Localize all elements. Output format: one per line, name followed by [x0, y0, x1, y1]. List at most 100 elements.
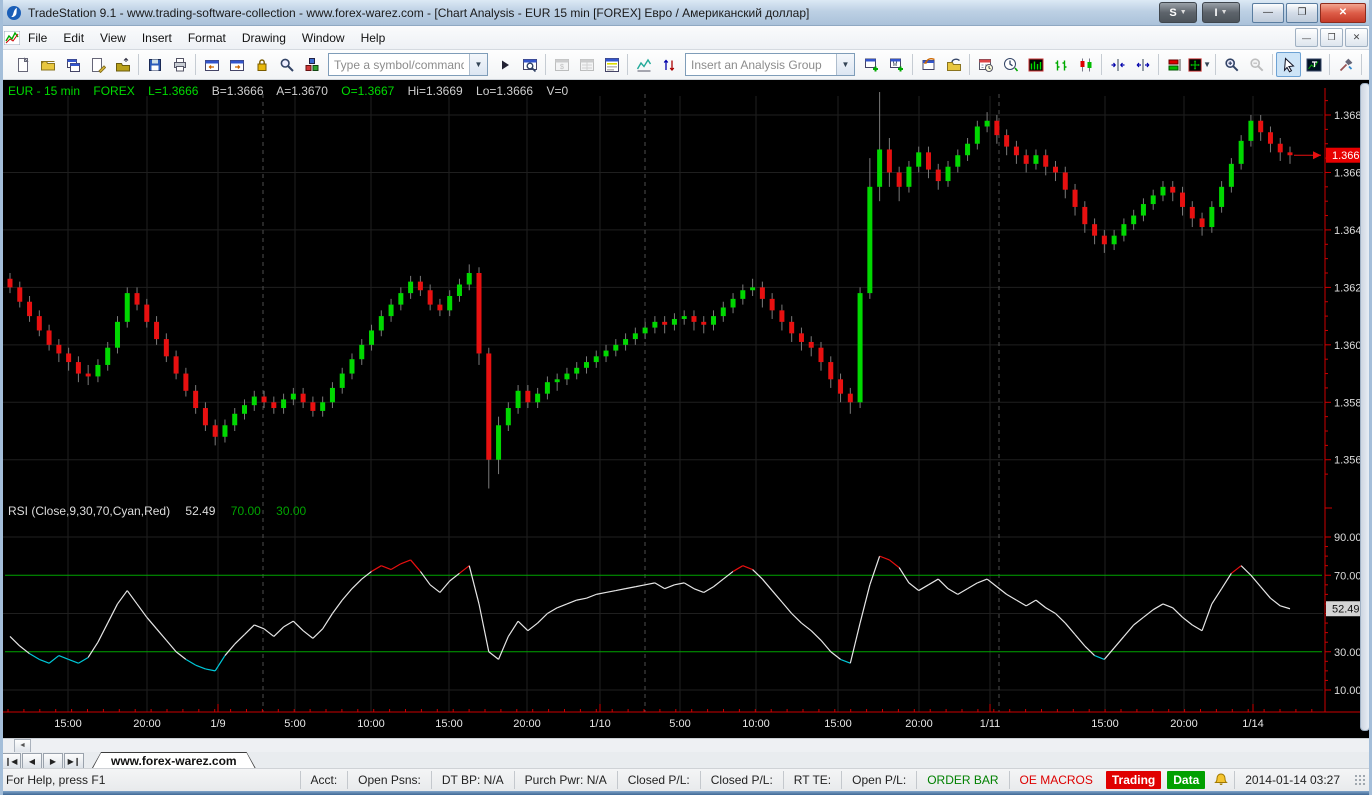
analysis-group-combobox[interactable]: ▼ — [685, 53, 855, 76]
symbol-input[interactable] — [329, 54, 469, 75]
candle-body — [262, 397, 267, 403]
format2-icon — [946, 57, 962, 73]
menu-item-window[interactable]: Window — [294, 28, 353, 48]
horizontal-scrollbar[interactable]: ◄ — [0, 738, 1372, 752]
increase-spacing-button[interactable] — [1130, 52, 1155, 77]
pointer-button[interactable] — [1276, 52, 1301, 77]
save-button[interactable] — [142, 52, 167, 77]
close-workspace-button[interactable] — [110, 52, 135, 77]
zoom-in-button[interactable] — [1219, 52, 1244, 77]
rsi-line-segment — [792, 614, 802, 624]
new-workspace-button[interactable] — [10, 52, 35, 77]
open-workspace-button[interactable] — [35, 52, 60, 77]
menu-item-file[interactable]: File — [20, 28, 55, 48]
workspaces-button[interactable] — [60, 52, 85, 77]
mdi-close-button[interactable]: ✕ — [1345, 28, 1368, 47]
mdi-minimize-button[interactable]: — — [1295, 28, 1318, 47]
analysis-group-input[interactable] — [686, 54, 836, 75]
candle-body — [789, 322, 794, 333]
zoom-out-button[interactable] — [1244, 52, 1269, 77]
decrease-spacing-button[interactable] — [1105, 52, 1130, 77]
indicator-menu-button[interactable]: I▼ — [1202, 2, 1240, 23]
chevron-down-icon[interactable]: ▼ — [836, 54, 854, 75]
next-workspace-button[interactable]: ▶ — [43, 753, 63, 769]
ohlc-bars-button[interactable] — [1048, 52, 1073, 77]
play-icon — [497, 57, 513, 73]
chevron-down-icon[interactable]: ▼ — [469, 54, 487, 75]
restore-button[interactable]: ❐ — [1286, 3, 1318, 23]
quotes-window-button[interactable]: $ — [549, 52, 574, 77]
spacing2-icon — [1135, 57, 1151, 73]
format-window-button[interactable] — [941, 52, 966, 77]
candle-body — [330, 388, 335, 402]
list-window-button[interactable] — [599, 52, 624, 77]
previous-workspace-button[interactable]: ◀ — [22, 753, 42, 769]
symbol-lookup-button[interactable] — [517, 52, 542, 77]
text-label-button[interactable] — [1301, 52, 1326, 77]
forward-window-button[interactable] — [224, 52, 249, 77]
candlestick-button[interactable] — [1073, 52, 1098, 77]
strategy-menu-button[interactable]: S▼ — [1159, 2, 1197, 23]
scale-range-button[interactable] — [1162, 52, 1187, 77]
auto-center-button[interactable]: ▼ — [1187, 52, 1212, 77]
pagepen-icon — [90, 57, 106, 73]
rsi-line-segment — [1202, 604, 1212, 631]
menu-item-insert[interactable]: Insert — [134, 28, 180, 48]
time-axis-label: 20:00 — [1170, 718, 1198, 730]
insert-macro-button[interactable]: M — [884, 52, 909, 77]
order-bar-indicator[interactable]: ORDER BAR — [916, 771, 1008, 789]
chart-canvas[interactable]: 1.36801.36601.36401.36201.36001.35801.35… — [0, 80, 1372, 738]
menu-item-drawing[interactable]: Drawing — [234, 28, 294, 48]
time-axis-label: 15:00 — [824, 718, 852, 730]
symbol-combobox[interactable]: ▼ — [328, 53, 488, 76]
scroll-left-button[interactable]: ◄ — [14, 739, 31, 753]
resize-grip[interactable] — [1354, 774, 1366, 786]
add-note-button[interactable] — [1365, 52, 1372, 77]
first-workspace-button[interactable]: ❙◀ — [1, 753, 21, 769]
vertical-scrollbar[interactable] — [1360, 83, 1370, 731]
data-status-badge[interactable]: Data — [1167, 771, 1205, 789]
session-calendar-button[interactable] — [973, 52, 998, 77]
chart-analysis-button[interactable] — [631, 52, 656, 77]
candle-body — [701, 322, 706, 325]
minimize-button[interactable]: — — [1252, 3, 1284, 23]
rsi-line-segment — [30, 654, 40, 660]
alert-bell-icon[interactable] — [1214, 773, 1228, 787]
format-symbol-button[interactable] — [916, 52, 941, 77]
lock-button[interactable] — [249, 52, 274, 77]
time-axis-label: 20:00 — [513, 718, 541, 730]
mdi-restore-button[interactable]: ❐ — [1320, 28, 1343, 47]
close-button[interactable]: ✕ — [1320, 3, 1366, 23]
rsi-line-segment — [274, 627, 284, 637]
sort-updown-button[interactable] — [656, 52, 681, 77]
menu-item-edit[interactable]: Edit — [55, 28, 92, 48]
workspace-tab[interactable]: www.forex-warez.com — [92, 752, 256, 768]
print-button[interactable] — [167, 52, 192, 77]
back-window-button[interactable] — [199, 52, 224, 77]
candle-body — [398, 293, 403, 304]
last-workspace-button[interactable]: ▶❙ — [64, 753, 84, 769]
symbol-search-button[interactable] — [274, 52, 299, 77]
bars-window-button[interactable] — [1023, 52, 1048, 77]
rsi-line-segment — [1016, 600, 1026, 606]
svg-text:M: M — [892, 62, 897, 68]
matrix-window-button[interactable] — [574, 52, 599, 77]
oe-macros-indicator[interactable]: OE MACROS — [1009, 771, 1103, 789]
insert-analysis-button[interactable] — [859, 52, 884, 77]
rsi-line-segment — [977, 579, 987, 583]
save-workspace-button[interactable] — [85, 52, 110, 77]
rsi-axis-label: 30.00 — [1334, 647, 1362, 659]
pluswin2-icon: M — [889, 57, 905, 73]
drawing-tools-button[interactable] — [1333, 52, 1358, 77]
run-command-button[interactable] — [492, 52, 517, 77]
menu-item-view[interactable]: View — [92, 28, 134, 48]
time-frame-button[interactable] — [998, 52, 1023, 77]
menu-item-format[interactable]: Format — [180, 28, 234, 48]
rsi-line-segment — [1212, 589, 1222, 604]
candle-body — [105, 348, 110, 365]
candle-body — [428, 290, 433, 304]
menu-item-help[interactable]: Help — [353, 28, 394, 48]
candle-body — [1170, 187, 1175, 193]
style-cubes-button[interactable] — [299, 52, 324, 77]
trading-status-badge[interactable]: Trading — [1106, 771, 1161, 789]
